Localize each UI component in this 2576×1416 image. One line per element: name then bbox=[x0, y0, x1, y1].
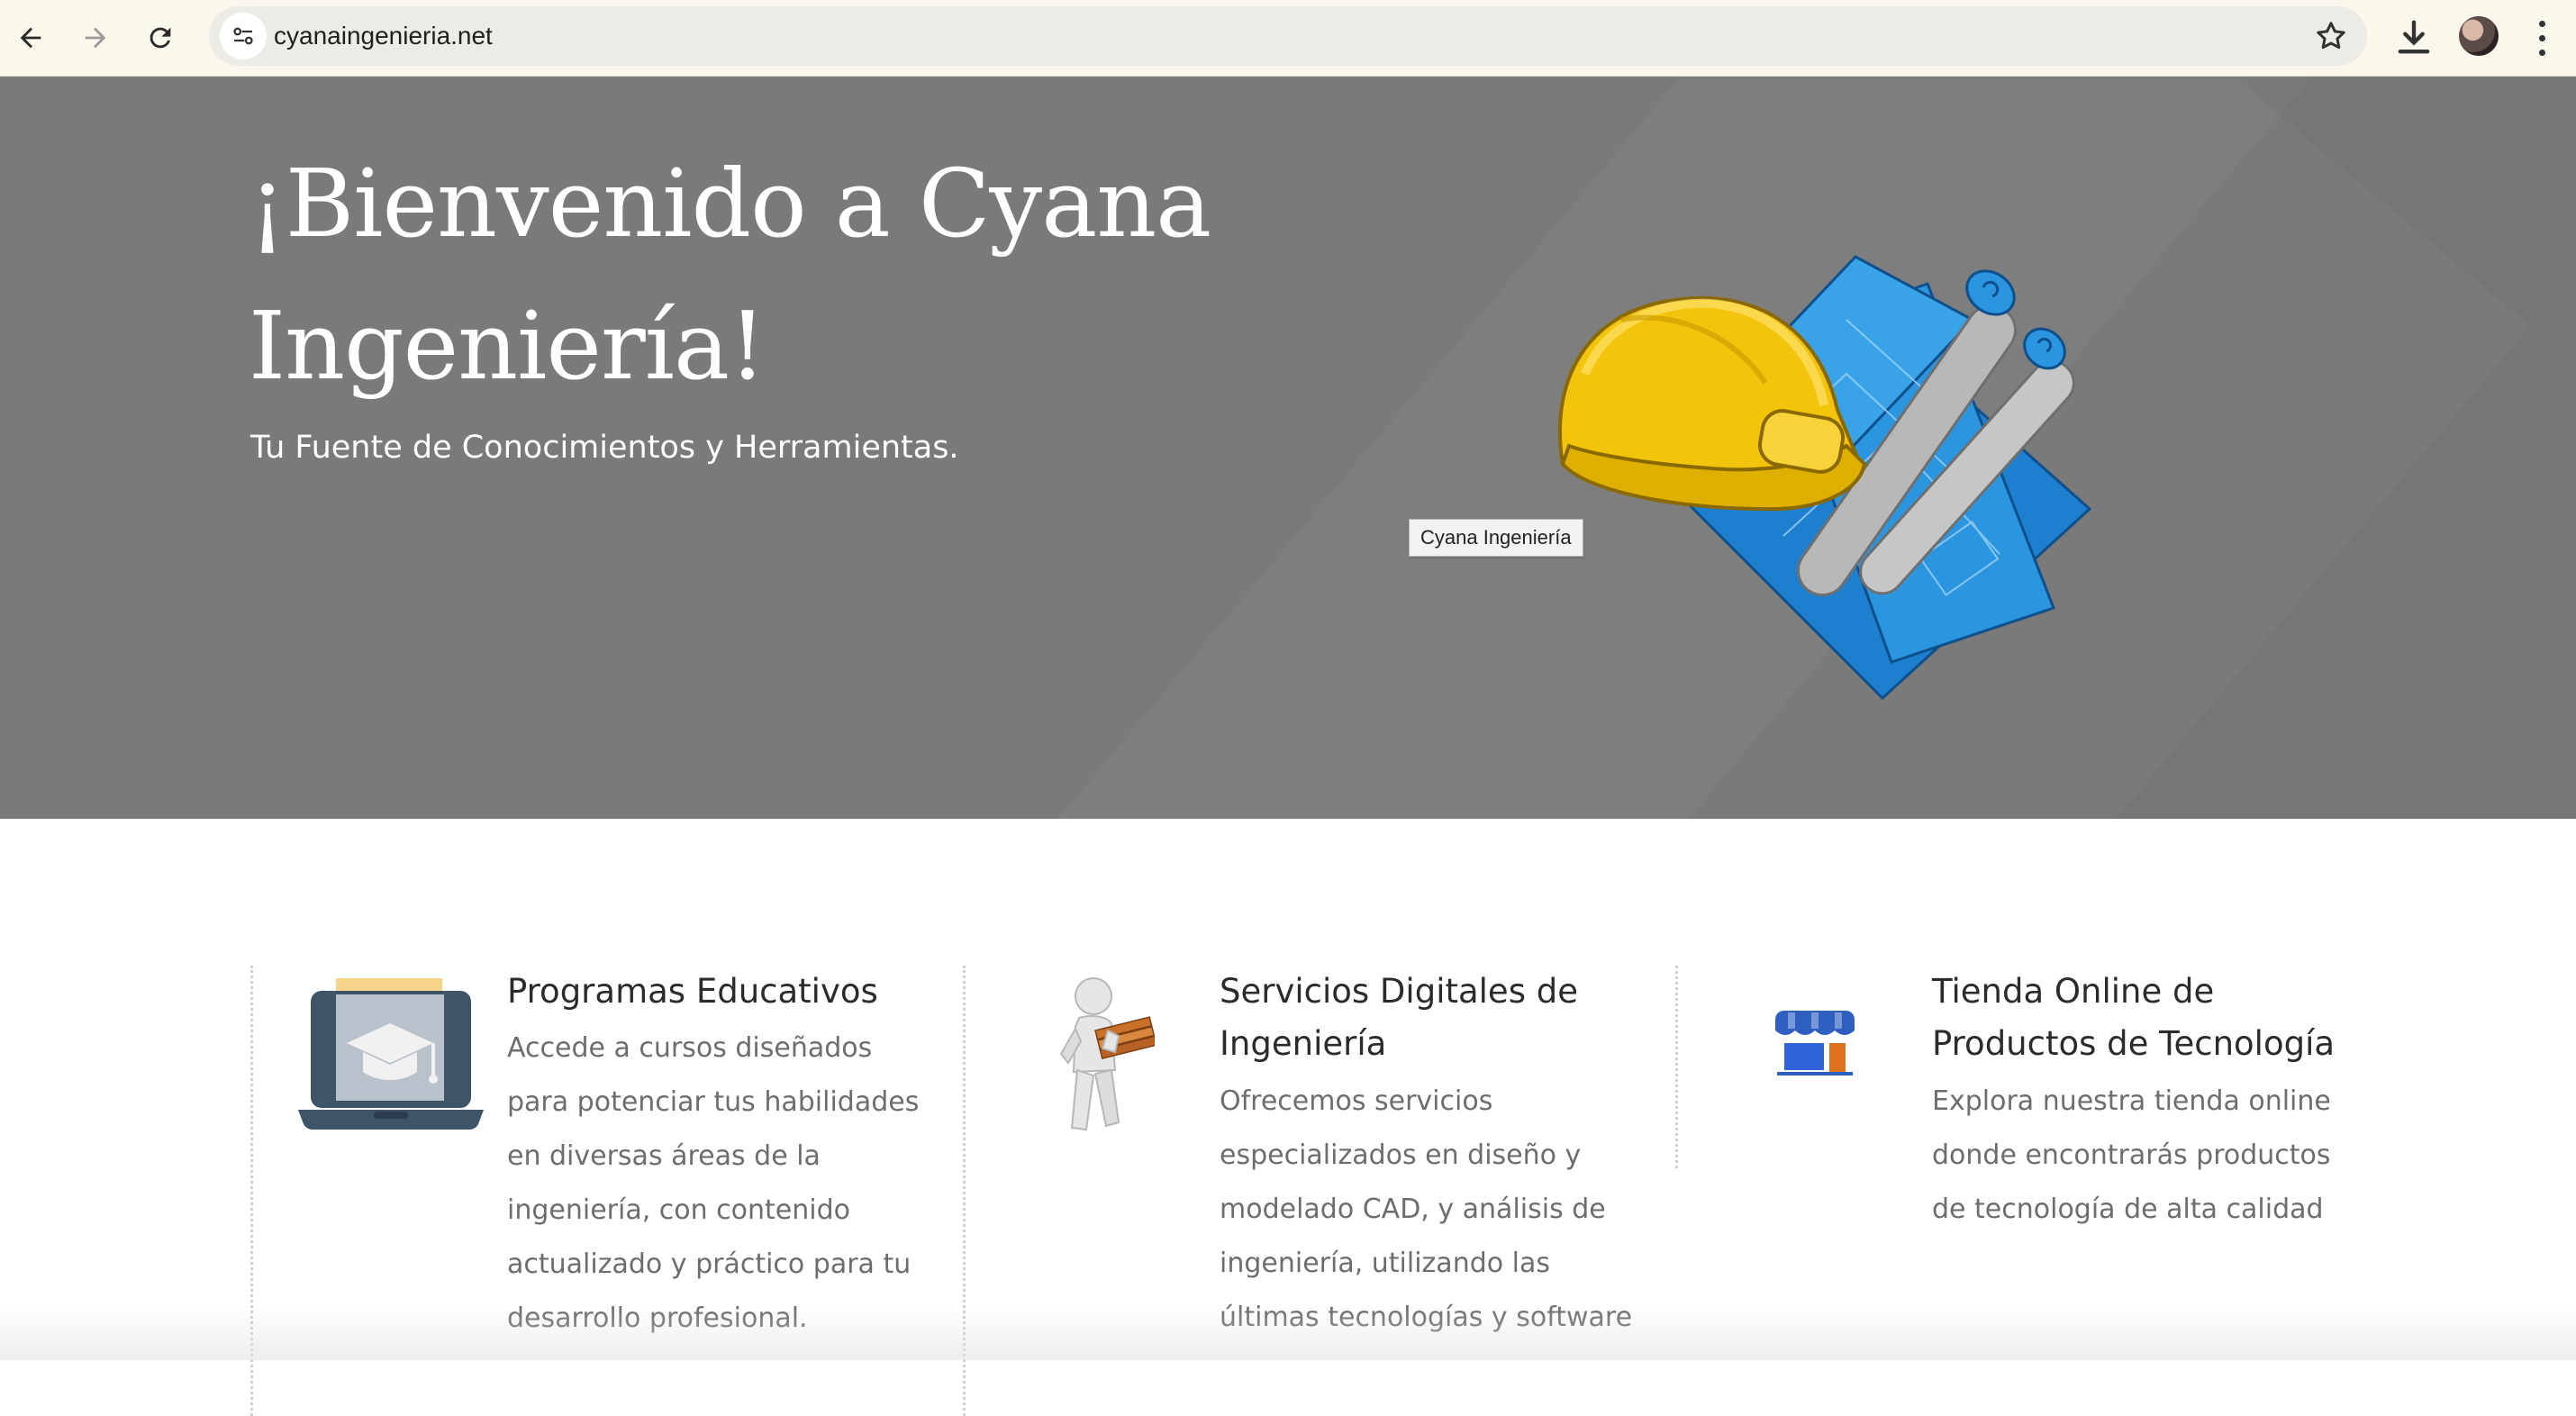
forward-button[interactable] bbox=[70, 13, 121, 63]
feature-title: Programas Educativos bbox=[507, 972, 878, 1011]
storefront-icon bbox=[1775, 1011, 1855, 1076]
features-section: Programas Educativos Accede a cursos dis… bbox=[0, 819, 2576, 1416]
reload-icon bbox=[150, 27, 171, 49]
site-info-button[interactable] bbox=[220, 13, 267, 59]
figure-carrying-planks-icon bbox=[1059, 977, 1155, 1131]
bookmark-star-icon[interactable] bbox=[2313, 18, 2349, 54]
feature-description: Accede a cursos diseñados para potenciar… bbox=[507, 1032, 920, 1334]
hero-title: ¡Bienvenido a Cyana Ingeniería! bbox=[249, 149, 1211, 401]
download-icon[interactable] bbox=[2390, 14, 2437, 61]
hero-subtitle: Tu Fuente de Conocimientos y Herramienta… bbox=[250, 430, 959, 466]
feature-description: Ofrecemos servicios especializados en di… bbox=[1220, 1085, 1632, 1333]
url-text[interactable]: cyanaingenieria.net bbox=[274, 6, 493, 66]
browser-toolbar: cyanaingenieria.net bbox=[0, 0, 2576, 77]
hero-section: ¡Bienvenido a Cyana Ingeniería! Tu Fuent… bbox=[0, 77, 2576, 819]
feature-title: Tienda Online de Productos de Tecnología bbox=[1932, 972, 2336, 1063]
profile-avatar[interactable] bbox=[2459, 16, 2499, 56]
feature-title: Servicios Digitales de Ingeniería bbox=[1220, 972, 1578, 1063]
forward-arrow-icon bbox=[85, 27, 106, 49]
back-button[interactable] bbox=[5, 13, 56, 63]
hard-hat-blueprints-illustration bbox=[1557, 255, 2092, 701]
image-tooltip: Cyana Ingeniería bbox=[1409, 519, 1583, 557]
feature-online-store: Tienda Online de Productos de Tecnología… bbox=[1675, 966, 2390, 1225]
back-arrow-icon bbox=[20, 27, 41, 49]
feature-description: Explora nuestra tienda online donde enco… bbox=[1932, 1085, 2331, 1225]
reload-button[interactable] bbox=[135, 13, 186, 63]
address-bar[interactable]: cyanaingenieria.net bbox=[209, 6, 2367, 66]
kebab-menu-icon[interactable] bbox=[2522, 16, 2562, 59]
site-info-icon bbox=[233, 27, 253, 45]
laptop-graduation-cap-icon bbox=[298, 978, 484, 1130]
